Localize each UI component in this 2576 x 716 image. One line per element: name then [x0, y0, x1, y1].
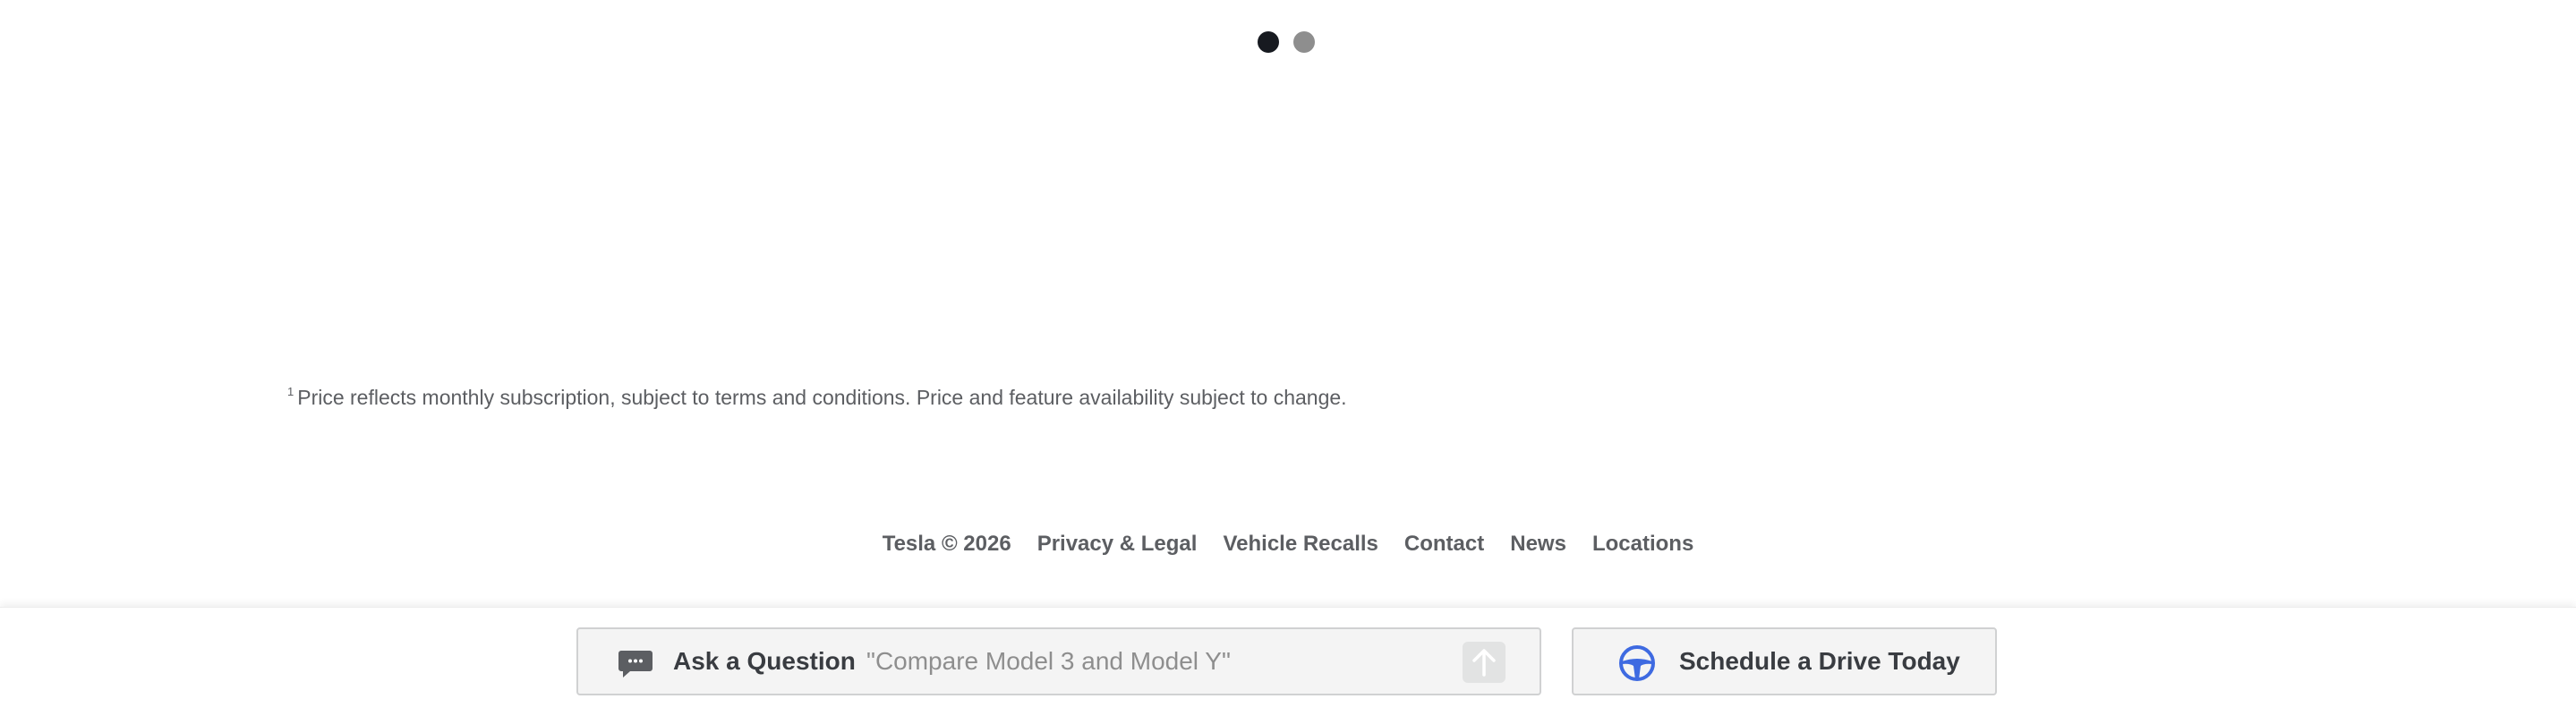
footnote-text: Price reflects monthly subscription, sub… [297, 386, 1347, 409]
chat-bubble-icon [618, 651, 653, 678]
sticky-bottom-bar: Ask a Question Schedule a Drive Today [0, 607, 2576, 716]
send-question-button[interactable] [1463, 642, 1506, 683]
carousel-pagination [1258, 31, 1315, 53]
ask-question-input[interactable] [863, 642, 1439, 681]
footnote-marker: 1 [287, 385, 294, 398]
footer-link-contact[interactable]: Contact [1404, 532, 1484, 557]
footer-copyright: Tesla © 2026 [882, 532, 1011, 556]
footer-link-locations[interactable]: Locations [1592, 532, 1693, 557]
price-footnote: 1 Price reflects monthly subscription, su… [287, 385, 1347, 410]
ask-question-box[interactable]: Ask a Question [576, 627, 1541, 695]
footer-links: Tesla © 2026 Privacy & Legal Vehicle Rec… [0, 532, 2576, 557]
footer-link-privacy-legal[interactable]: Privacy & Legal [1037, 532, 1198, 557]
ask-question-label: Ask a Question [673, 647, 856, 675]
footer-link-vehicle-recalls[interactable]: Vehicle Recalls [1223, 532, 1378, 557]
carousel-dot-2[interactable] [1293, 31, 1315, 53]
schedule-drive-label: Schedule a Drive Today [1679, 647, 1960, 675]
carousel-dot-1[interactable] [1258, 31, 1279, 53]
footer-link-news[interactable]: News [1510, 532, 1566, 557]
schedule-drive-button[interactable]: Schedule a Drive Today [1572, 627, 1997, 695]
arrow-up-icon [1472, 649, 1496, 677]
page: 1 Price reflects monthly subscription, su… [0, 0, 2576, 716]
steering-wheel-icon [1619, 645, 1655, 681]
